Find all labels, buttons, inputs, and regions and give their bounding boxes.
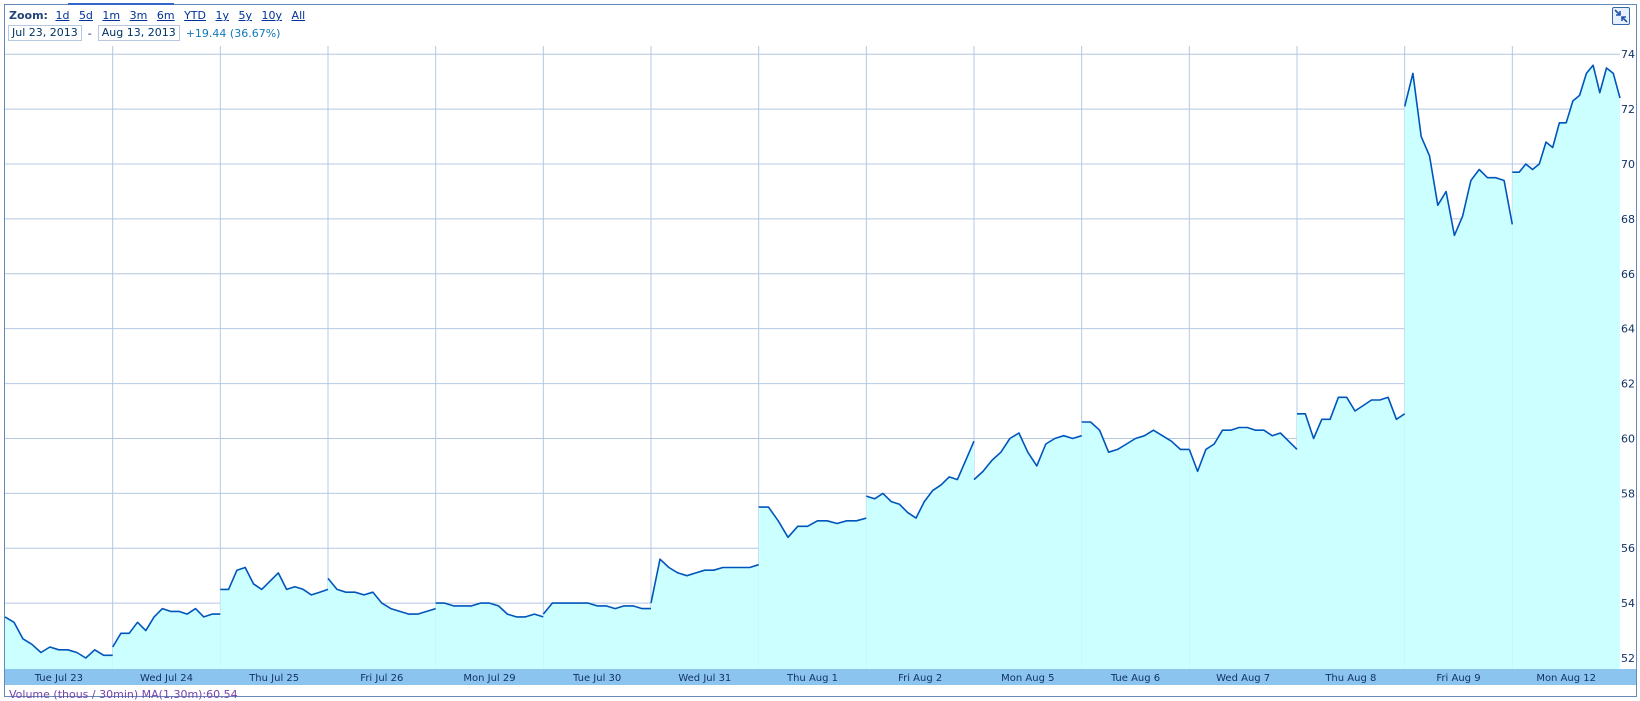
y-tick-label: 74 — [1621, 48, 1635, 61]
x-tick-label: Wed Jul 31 — [678, 673, 731, 684]
y-tick-label: 54 — [1621, 597, 1635, 610]
x-axis: Tue Jul 23 Wed Jul 24 Thu Jul 25 Fri Jul 26… — [34, 673, 1596, 684]
area-segment — [220, 567, 328, 669]
y-tick-label: 58 — [1621, 487, 1635, 500]
x-tick-label: Tue Aug 6 — [1110, 673, 1160, 684]
x-tick-label: Fri Aug 2 — [898, 673, 942, 684]
area-layer — [5, 65, 1620, 669]
y-tick-label: 64 — [1621, 323, 1635, 336]
volume-label: Volume (thous / 30min) MA(1,30m):60.54 — [9, 688, 238, 701]
area-segment — [112, 608, 221, 669]
area-segment — [1081, 422, 1190, 669]
area-segment — [758, 507, 867, 669]
x-tick-label: Tue Jul 30 — [572, 673, 621, 684]
x-tick-label: Mon Aug 5 — [1001, 673, 1054, 684]
area-segment — [651, 559, 759, 669]
y-tick-label: 62 — [1621, 378, 1635, 391]
area-segment — [1189, 427, 1297, 669]
x-tick-label: Fri Aug 9 — [1436, 673, 1480, 684]
price-chart: 52 54 56 58 60 62 64 66 68 70 72 74 Tue Jul 23 Wed J… — [4, 46, 1636, 685]
y-tick-label: 68 — [1621, 213, 1635, 226]
y-tick-label: 72 — [1621, 103, 1635, 116]
x-tick-label: Mon Jul 29 — [463, 673, 515, 684]
y-tick-label: 52 — [1621, 652, 1635, 665]
y-tick-label: 66 — [1621, 268, 1635, 281]
area-segment — [435, 603, 544, 669]
x-tick-label: Wed Aug 7 — [1216, 673, 1270, 684]
area-segment — [974, 433, 1082, 669]
y-axis: 52 54 56 58 60 62 64 66 68 70 72 74 — [1621, 48, 1635, 665]
y-tick-label: 70 — [1621, 158, 1635, 171]
area-segment — [543, 603, 651, 669]
area-segment — [866, 441, 974, 669]
y-tick-label: 60 — [1621, 432, 1635, 445]
x-tick-label: Thu Aug 8 — [1324, 673, 1376, 684]
x-tick-label: Thu Aug 1 — [786, 673, 838, 684]
area-segment — [5, 616, 113, 669]
x-tick-label: Thu Jul 25 — [248, 673, 299, 684]
area-segment — [1512, 65, 1620, 669]
x-tick-label: Mon Aug 12 — [1536, 673, 1596, 684]
x-tick-label: Fri Jul 26 — [360, 673, 403, 684]
area-segment — [1404, 73, 1513, 669]
x-tick-label: Tue Jul 23 — [34, 673, 83, 684]
y-tick-label: 56 — [1621, 542, 1635, 555]
x-tick-label: Wed Jul 24 — [140, 673, 193, 684]
